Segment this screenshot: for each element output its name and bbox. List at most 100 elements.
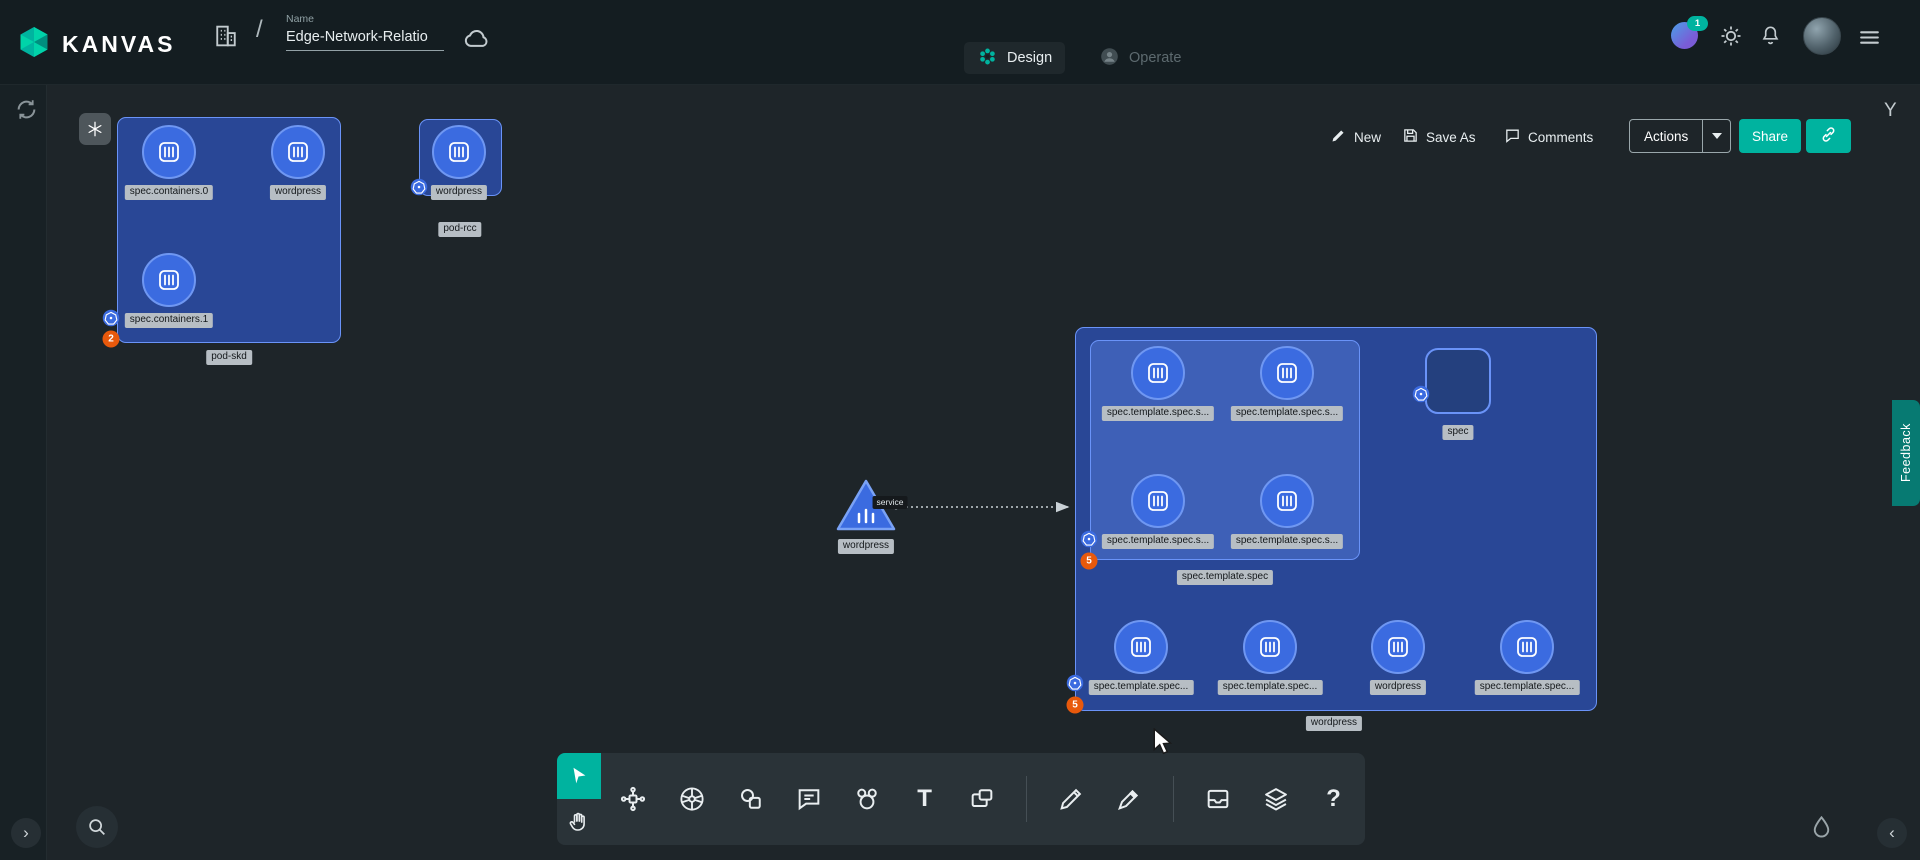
app-header: KANVAS / Name Edge-Network-Relatio bbox=[0, 0, 1920, 85]
tab-design-label: Design bbox=[1007, 50, 1052, 66]
cloud-profile-icon[interactable]: 1 bbox=[1671, 22, 1698, 49]
group-label: pod-skd bbox=[206, 350, 252, 365]
left-rail bbox=[0, 84, 47, 860]
actions-button-label: Actions bbox=[1630, 120, 1702, 152]
shapes-tool-icon[interactable] bbox=[737, 783, 765, 815]
freeze-indicator-icon[interactable] bbox=[79, 113, 111, 145]
kanvas-logo[interactable]: KANVAS bbox=[16, 24, 175, 65]
history-sync-icon[interactable] bbox=[13, 96, 40, 123]
select-tool-button[interactable] bbox=[557, 753, 601, 799]
design-name-input[interactable]: Edge-Network-Relatio bbox=[286, 29, 444, 51]
toolbar-divider bbox=[1173, 776, 1174, 822]
node-spec.template.spec.s...[interactable] bbox=[1131, 474, 1185, 528]
tab-operate[interactable]: Operate bbox=[1086, 42, 1194, 74]
drawer-tool-icon[interactable] bbox=[1204, 783, 1232, 815]
chevron-down-icon bbox=[1712, 133, 1722, 139]
kubernetes-tool-icon[interactable] bbox=[677, 783, 707, 815]
save-as-button[interactable]: Save As bbox=[1402, 122, 1476, 152]
comment-icon bbox=[1504, 127, 1521, 147]
node-label: spec.template.spec... bbox=[1475, 680, 1580, 695]
node-spec.template.spec.s...[interactable] bbox=[1260, 474, 1314, 528]
node-spec.containers.1[interactable] bbox=[142, 253, 196, 307]
tab-design[interactable]: Design bbox=[964, 42, 1065, 74]
cloud-sync-icon[interactable] bbox=[462, 24, 492, 59]
text-tool-icon[interactable]: T bbox=[911, 783, 938, 815]
new-pencil-icon bbox=[1330, 127, 1347, 147]
save-as-button-label: Save As bbox=[1426, 130, 1476, 145]
node-wordpress[interactable] bbox=[432, 125, 486, 179]
node-label: spec.template.spec.s... bbox=[1231, 406, 1343, 421]
kubernetes-badge-icon[interactable] bbox=[1066, 674, 1084, 692]
share-button-label: Share bbox=[1752, 129, 1788, 144]
node-label: wordpress bbox=[1370, 680, 1426, 695]
node-label: wordpress bbox=[270, 185, 326, 200]
node-spec.template.spec.s...[interactable] bbox=[1131, 346, 1185, 400]
help-tool-glyph: ? bbox=[1326, 787, 1341, 811]
kubernetes-badge-icon[interactable] bbox=[102, 309, 120, 327]
breadcrumb-separator: / bbox=[256, 16, 263, 44]
toolbar-main: T bbox=[601, 753, 1365, 845]
node-spec.template.spec...[interactable] bbox=[1114, 620, 1168, 674]
node-spec[interactable] bbox=[1425, 348, 1491, 414]
help-tool-icon[interactable]: ? bbox=[1320, 783, 1347, 815]
comment-tool-icon[interactable] bbox=[795, 783, 823, 815]
node-label: spec.template.spec.s... bbox=[1231, 534, 1343, 549]
pen-tool-icon[interactable] bbox=[1115, 783, 1143, 815]
expand-left-panel-button[interactable]: › bbox=[11, 818, 41, 848]
new-button-label: New bbox=[1354, 130, 1381, 145]
hierarchy-toggle[interactable]: Y bbox=[1884, 100, 1897, 122]
link-icon bbox=[1819, 125, 1838, 147]
notifications-bell-icon[interactable] bbox=[1759, 24, 1782, 47]
pan-tool-button[interactable] bbox=[557, 799, 601, 845]
kubernetes-badge-icon[interactable] bbox=[410, 178, 428, 196]
kubernetes-badge-icon[interactable] bbox=[1080, 530, 1098, 548]
hamburger-menu-icon[interactable] bbox=[1857, 25, 1882, 50]
user-avatar[interactable] bbox=[1803, 17, 1841, 55]
toolbar-left-column bbox=[557, 753, 601, 845]
canvas-toolbar: T bbox=[557, 753, 1365, 845]
layers-tool-icon[interactable] bbox=[1262, 783, 1290, 815]
container-tool-icon[interactable] bbox=[968, 783, 996, 815]
pencil-tool-icon[interactable] bbox=[1057, 783, 1085, 815]
node-label: spec.containers.0 bbox=[125, 185, 213, 200]
node-label: spec.template.spec... bbox=[1089, 680, 1194, 695]
avatar-image bbox=[1803, 17, 1841, 55]
toolbar-divider bbox=[1026, 776, 1027, 822]
node-spec.template.spec...[interactable] bbox=[1500, 620, 1554, 674]
workspace-icon[interactable] bbox=[212, 22, 240, 55]
new-button[interactable]: New bbox=[1330, 122, 1381, 152]
copy-link-button[interactable] bbox=[1806, 119, 1851, 153]
notification-count-badge: 1 bbox=[1687, 16, 1708, 31]
node-spec.containers.0[interactable] bbox=[142, 125, 196, 179]
actions-dropdown-button[interactable]: Actions bbox=[1629, 119, 1731, 153]
node-spec.template.spec.s...[interactable] bbox=[1260, 346, 1314, 400]
settings-gear-icon[interactable] bbox=[1719, 24, 1743, 48]
design-name-label: Name bbox=[286, 13, 314, 25]
comments-button[interactable]: Comments bbox=[1504, 122, 1593, 152]
node-wordpress[interactable] bbox=[1371, 620, 1425, 674]
collapsed-count-badge[interactable]: 5 bbox=[1081, 553, 1098, 570]
node-spec.template.spec...[interactable] bbox=[1243, 620, 1297, 674]
logo-text: KANVAS bbox=[62, 31, 175, 58]
share-button[interactable]: Share bbox=[1739, 119, 1801, 153]
operate-mode-icon bbox=[1099, 46, 1120, 71]
kubernetes-badge-icon[interactable] bbox=[1412, 385, 1430, 403]
node-label: wordpress bbox=[838, 539, 894, 554]
sticker-tool-icon[interactable] bbox=[853, 783, 881, 815]
actions-caret-button[interactable] bbox=[1702, 120, 1730, 152]
ink-drop-icon[interactable] bbox=[1808, 814, 1835, 841]
comments-button-label: Comments bbox=[1528, 130, 1593, 145]
node-label: spec.template.spec.s... bbox=[1102, 534, 1214, 549]
node-label: spec.template.spec... bbox=[1218, 680, 1323, 695]
collapsed-count-badge[interactable]: 2 bbox=[103, 331, 120, 348]
edge-label: service bbox=[873, 496, 908, 509]
collapse-right-panel-button[interactable]: ‹ bbox=[1877, 818, 1907, 848]
feedback-tab[interactable]: Feedback bbox=[1892, 400, 1920, 506]
node-wordpress[interactable] bbox=[271, 125, 325, 179]
components-tool-icon[interactable] bbox=[619, 783, 647, 815]
node-label: wordpress bbox=[431, 185, 487, 200]
node-label: spec bbox=[1442, 425, 1473, 440]
collapsed-count-badge[interactable]: 5 bbox=[1067, 697, 1084, 714]
group-label: spec.template.spec bbox=[1177, 570, 1273, 585]
zoom-button[interactable] bbox=[76, 806, 118, 848]
